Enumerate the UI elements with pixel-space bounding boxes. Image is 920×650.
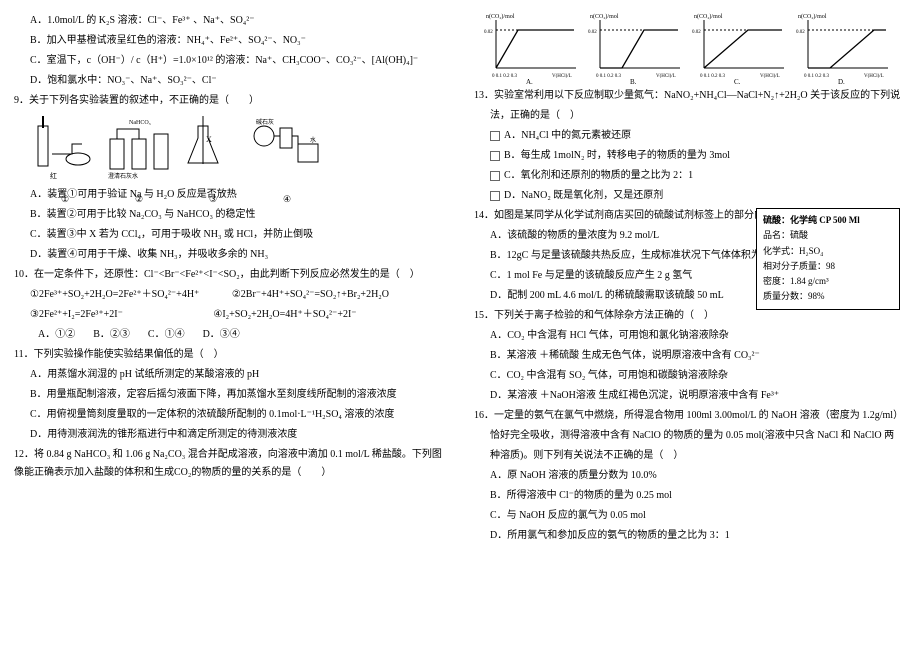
label-line: 密度：1.84 g/cm³ [763, 274, 893, 289]
q16-opt-d: D．所用氯气和参加反应的氨气的物质的量之比为 3：1 [474, 527, 906, 545]
diagram-3: X ③ [178, 114, 248, 184]
svg-text:n(CO₂)/mol: n(CO₂)/mol [798, 13, 827, 20]
q11-opt-d: D．用待测液润洗的锥形瓶进行中和滴定所测定的待测液浓度 [14, 426, 446, 444]
q8-opt-c: C．室温下，c（OH⁻）/ c（H⁺）=1.0×10¹² 的溶液：Na⁺、CH₃… [14, 52, 446, 70]
q10-stem: 10．在一定条件下，还原性：Cl⁻<Br⁻<Fe²⁺<I⁻<SO₂，由此判断下列… [14, 266, 446, 284]
svg-text:碱石灰: 碱石灰 [256, 118, 274, 126]
svg-text:V(HCl)/L: V(HCl)/L [864, 74, 884, 79]
svg-text:0 0.1 0.2 0.3: 0 0.1 0.2 0.3 [700, 74, 726, 79]
svg-text:澄清石灰水: 澄清石灰水 [108, 172, 138, 180]
q9-stem: 9．关于下列各实验装置的叙述中，不正确的是（ ） [14, 92, 446, 110]
svg-text:X: X [206, 135, 212, 144]
svg-text:水: 水 [310, 136, 316, 144]
q8-opt-d: D．饱和氯水中：NO₃⁻、Na⁺、SO₃²⁻、Cl⁻ [14, 72, 446, 90]
diagram-1: 红 ① [30, 114, 100, 184]
q13-opt-a: A．NH₄Cl 中的氮元素被还原 [474, 127, 906, 145]
svg-text:V(HCl)/L: V(HCl)/L [552, 74, 572, 79]
svg-text:V(HCl)/L: V(HCl)/L [760, 74, 780, 79]
q9-opt-b: B．装置②可用于比较 Na₂CO₃ 与 NaHCO₃ 的稳定性 [14, 206, 446, 224]
diagram-4: 碱石灰水 ④ [252, 114, 322, 184]
q8-opt-a: A．1.0mol/L 的 K₂S 溶液：Cl⁻、Fe³⁺ 、Na⁺、SO₄²⁻ [14, 12, 446, 30]
q11-opt-a: A．用蒸馏水润湿的 pH 试纸所测定的某酸溶液的 pH [14, 366, 446, 384]
q16-stem-a: 16．一定量的氨气在氯气中燃烧，所得混合物用 100ml 3.00mol/L 的… [474, 407, 906, 425]
q13-opt-b: B．每生成 1molN₂ 时，转移电子的物质的量为 3mol [474, 147, 906, 165]
q11-opt-c: C．用俯视量筒刻度量取的一定体积的浓硫酸所配制的 0.1mol·L⁻¹H₂SO₄… [14, 406, 446, 424]
right-column: n(CO₂)/mol 0.02 0 0.1 0.2 0.3 V(HCl)/L A… [460, 0, 920, 650]
q12-graphs: n(CO₂)/mol 0.02 0 0.1 0.2 0.3 V(HCl)/L A… [484, 10, 906, 85]
q16-opt-a: A．原 NaOH 溶液的质量分数为 10.0% [474, 467, 906, 485]
q10-opts: A．①② B．②③ C．①④ D．③④ [14, 326, 446, 344]
checkbox-icon [490, 171, 500, 181]
graph-d: n(CO₂)/mol 0.02 0 0.1 0.2 0.3 V(HCl)/L D… [796, 10, 896, 85]
svg-text:C.: C. [734, 78, 741, 85]
q9-opt-d: D．装置④可用于干燥、收集 NH₃，并吸收多余的 NH₃ [14, 246, 446, 264]
q10-row1: ①2Fe³⁺+SO₂+2H₂O=2Fe²⁺＋SO₄²⁻+4H⁺ ②2Br⁻+4H… [14, 286, 446, 304]
label-line: 质量分数：98% [763, 289, 893, 304]
q13-stem-b: 法，正确的是（ ） [474, 107, 906, 125]
q12-stem: 12．将 0.84 g NaHCO₃ 和 1.06 g Na₂CO₃ 混合并配成… [14, 446, 446, 482]
svg-text:n(CO₂)/mol: n(CO₂)/mol [694, 13, 723, 20]
svg-text:0.02: 0.02 [796, 30, 805, 35]
left-column: A．1.0mol/L 的 K₂S 溶液：Cl⁻、Fe³⁺ 、Na⁺、SO₄²⁻ … [0, 0, 460, 650]
q9-opt-c: C．装置③中 X 若为 CCl₄，可用于吸收 NH₃ 或 HCl，并防止倒吸 [14, 226, 446, 244]
svg-text:红: 红 [50, 171, 57, 180]
sulfuric-acid-label: 硫酸：化学纯 CP 500 Ml 品名：硫酸 化学式：H₂SO₄ 相对分子质量：… [756, 208, 900, 310]
svg-text:n(CO₂)/mol: n(CO₂)/mol [590, 13, 619, 20]
checkbox-icon [490, 131, 500, 141]
checkbox-icon [490, 151, 500, 161]
q16-opt-c: C．与 NaOH 反应的氯气为 0.05 mol [474, 507, 906, 525]
svg-text:n(CO₂)/mol: n(CO₂)/mol [486, 13, 515, 20]
q11-stem: 11．下列实验操作能使实验结果偏低的是（ ） [14, 346, 446, 364]
svg-text:0.02: 0.02 [692, 30, 701, 35]
q15-opt-b: B．某溶液 ＋稀硫酸 生成无色气体，说明原溶液中含有 CO₃²⁻ [474, 347, 906, 365]
graph-b: n(CO₂)/mol 0.02 0 0.1 0.2 0.3 V(HCl)/L B… [588, 10, 688, 85]
q10-row2: ③2Fe²⁺+I₂=2Fe³⁺+2I⁻ ④I₂+SO₂+2H₂O=4H⁺＋SO₄… [14, 306, 446, 324]
label-line: 品名：硫酸 [763, 228, 893, 243]
svg-text:0 0.1 0.2 0.3: 0 0.1 0.2 0.3 [596, 74, 622, 79]
svg-text:0.02: 0.02 [484, 30, 493, 35]
q9-diagram-row: 红 ① 澄清石灰水NaHCO₃ ② X ③ 碱石灰水 ④ [30, 114, 446, 184]
q8-opt-b: B．加入甲基橙试液呈红色的溶液：NH₄⁺、Fe²⁺、SO₄²⁻、NO₃⁻ [14, 32, 446, 50]
q15-opt-d: D．某溶液 ＋NaOH溶液 生成红褐色沉淀，说明原溶液中含有 Fe³⁺ [474, 387, 906, 405]
diagram-2: 澄清石灰水NaHCO₃ ② [104, 114, 174, 184]
q11-opt-b: B．用量瓶配制溶液，定容后摇匀液面下降，再加蒸馏水至刻度线所配制的溶液浓度 [14, 386, 446, 404]
label-title: 硫酸：化学纯 CP 500 Ml [763, 213, 893, 228]
q13-stem: 13．实验室常利用以下反应制取少量氮气：NaNO₂+NH₄Cl—NaCl+N₂↑… [474, 87, 906, 105]
svg-text:0 0.1 0.2 0.3: 0 0.1 0.2 0.3 [492, 74, 518, 79]
svg-text:0 0.1 0.2 0.3: 0 0.1 0.2 0.3 [804, 74, 830, 79]
q16-opt-b: B．所得溶液中 Cl⁻的物质的量为 0.25 mol [474, 487, 906, 505]
svg-text:D.: D. [838, 78, 845, 85]
q16-stem-b: 恰好完全吸收，测得溶液中含有 NaClO 的物质的量为 0.05 mol(溶液中… [474, 427, 906, 445]
graph-a: n(CO₂)/mol 0.02 0 0.1 0.2 0.3 V(HCl)/L A… [484, 10, 584, 85]
svg-text:A.: A. [526, 78, 533, 85]
q15-opt-a: A．CO₂ 中含混有 HCl 气体，可用饱和氯化钠溶液除杂 [474, 327, 906, 345]
svg-text:0.02: 0.02 [588, 30, 597, 35]
q13-opt-d: D．NaNO₂ 既是氧化剂，又是还原剂 [474, 187, 906, 205]
q13-opt-c: C．氧化剂和还原剂的物质的量之比为 2：1 [474, 167, 906, 185]
q16-stem-c: 种溶质)。则下列有关说法不正确的是（ ） [474, 447, 906, 465]
svg-text:B.: B. [630, 78, 637, 85]
svg-text:NaHCO₃: NaHCO₃ [129, 120, 151, 126]
label-line: 相对分子质量：98 [763, 259, 893, 274]
q15-opt-c: C．CO₂ 中含混有 SO₂ 气体，可用饱和碳酸钠溶液除杂 [474, 367, 906, 385]
svg-text:V(HCl)/L: V(HCl)/L [656, 74, 676, 79]
label-line: 化学式：H₂SO₄ [763, 244, 893, 259]
checkbox-icon [490, 191, 500, 201]
graph-c: n(CO₂)/mol 0.02 0 0.1 0.2 0.3 V(HCl)/L C… [692, 10, 792, 85]
